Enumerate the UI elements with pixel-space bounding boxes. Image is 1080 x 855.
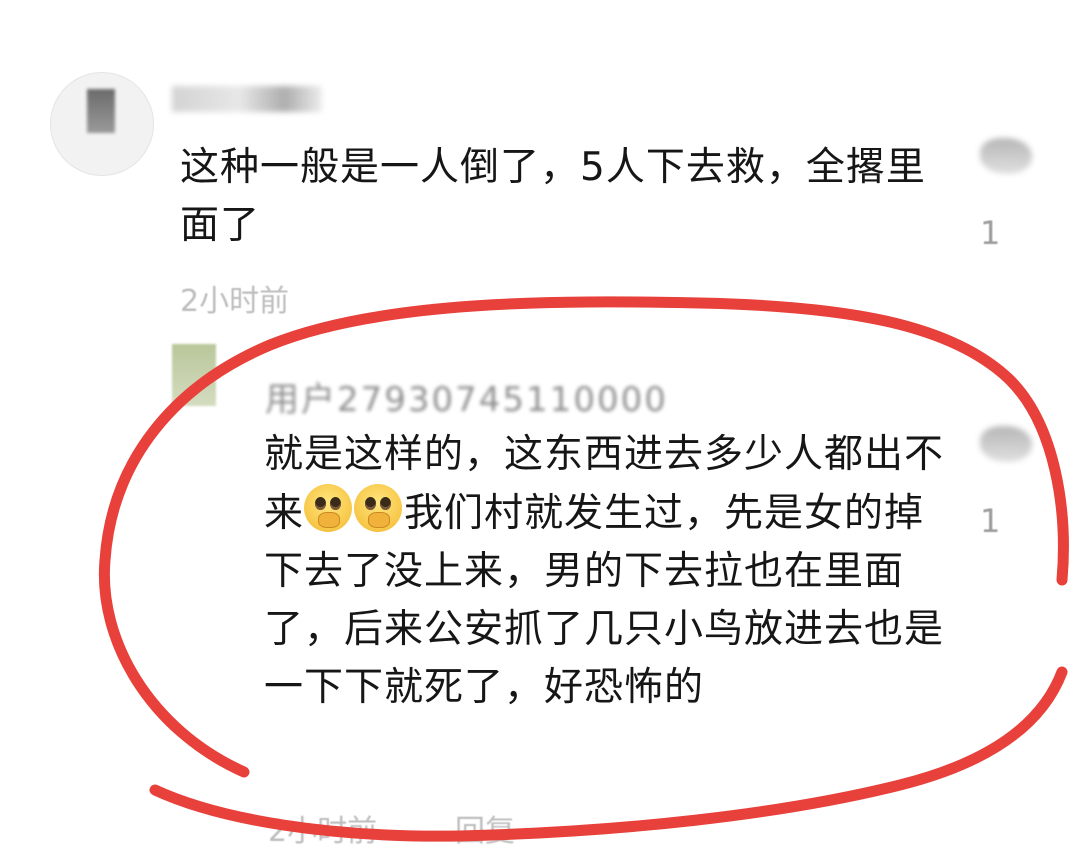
main-comment-like-button[interactable]: 1 (978, 138, 1034, 252)
like-icon (980, 138, 1032, 174)
main-comment-timestamp: 2小时前 (180, 284, 290, 319)
reply-username[interactable]: 用户27930745110000 (265, 372, 668, 421)
main-comment-like-count: 1 (980, 214, 1001, 252)
like-icon (980, 426, 1032, 462)
commenter-username-blurred[interactable] (172, 86, 322, 112)
main-comment-text: 这种一般是一人倒了，5人下去救，全撂里面了 (180, 145, 926, 248)
avatar-image (87, 89, 115, 133)
pleading-face-emoji-icon (354, 484, 403, 532)
reply-like-button[interactable]: 1 (978, 426, 1034, 540)
reply-link[interactable]: 回复 (455, 806, 515, 850)
reply-comment-text: 就是这样的，这东西进去多少人都出不来 我们村就发生过，先是女的掉下去了没上来，男的… (264, 426, 964, 717)
commenter-avatar[interactable] (50, 72, 154, 176)
reply-timestamp: 2小时前 (268, 814, 378, 849)
reply-like-count: 1 (980, 502, 1001, 540)
pleading-face-emoji-icon (304, 484, 353, 532)
reply-avatar[interactable] (172, 344, 216, 406)
